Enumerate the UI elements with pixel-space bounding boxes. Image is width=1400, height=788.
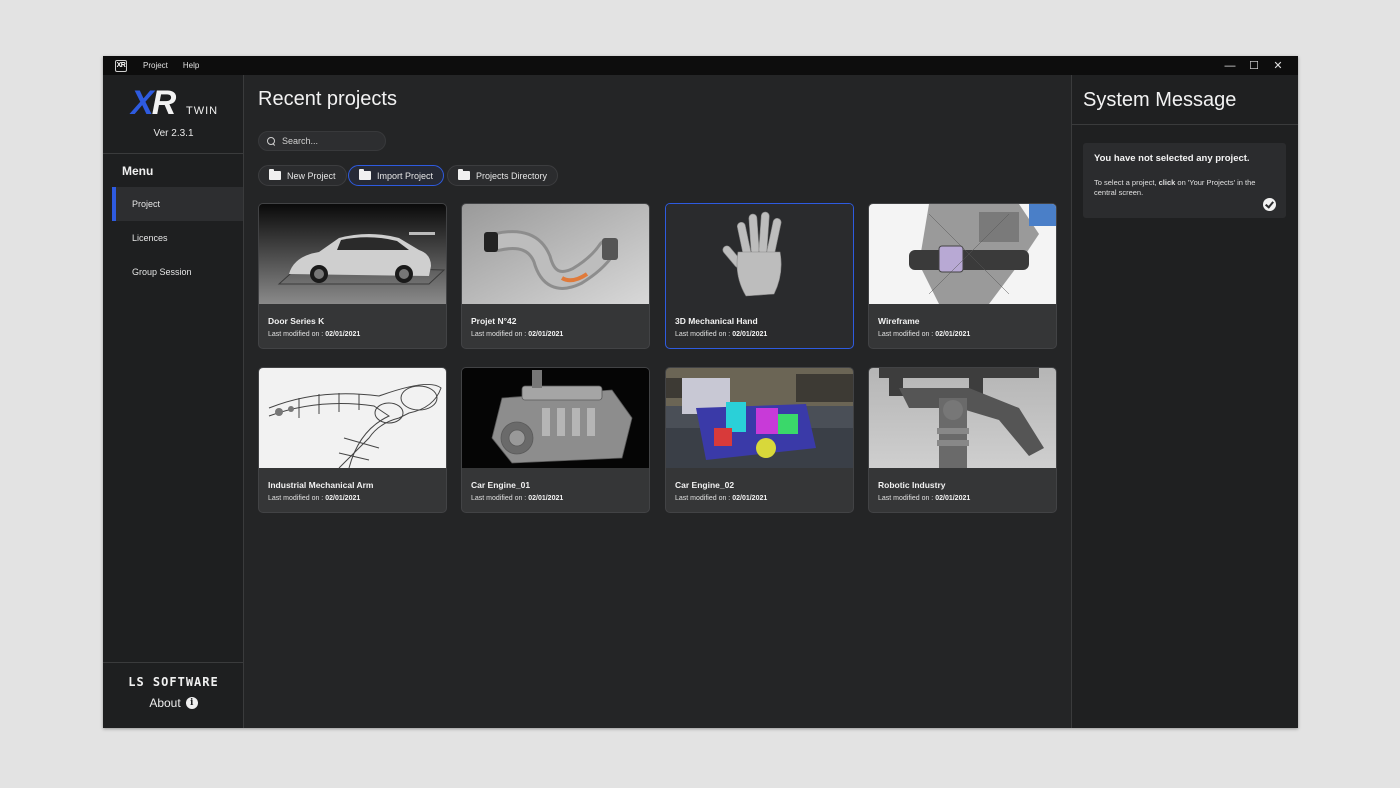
message-heading: You have not selected any project. [1094, 153, 1250, 164]
sidebar-item-licences[interactable]: Licences [112, 221, 243, 255]
import-project-button[interactable]: Import Project [348, 165, 445, 186]
project-card[interactable]: Projet N°42 Last modified on : 02/01/202… [461, 203, 650, 349]
sidebar: XR TWIN Ver 2.3.1 Menu Project Licences … [103, 75, 244, 728]
project-modified: Last modified on : 02/01/2021 [471, 331, 564, 338]
message-card: You have not selected any project. To se… [1083, 143, 1286, 218]
sidebar-item-project[interactable]: Project [112, 187, 243, 221]
project-title: Industrial Mechanical Arm [268, 480, 374, 490]
info-icon: i [185, 697, 198, 709]
sidebar-item-group-session[interactable]: Group Session [112, 255, 243, 289]
project-title: Door Series K [268, 316, 325, 326]
project-modified: Last modified on : 02/01/2021 [268, 495, 361, 502]
project-thumbnail-wireframe [869, 204, 1056, 304]
project-card[interactable]: Car Engine_02 Last modified on : 02/01/2… [665, 367, 854, 513]
logo-twin-text: TWIN [186, 105, 219, 117]
project-thumbnail-engine-color [666, 368, 853, 468]
project-thumbnail-car [259, 204, 446, 304]
project-modified: Last modified on : 02/01/2021 [268, 331, 361, 338]
search-icon [267, 136, 276, 146]
project-card[interactable]: Door Series K Last modified on : 02/01/2… [258, 203, 447, 349]
company-name: LS SOFTWARE [128, 675, 219, 689]
project-title: Wireframe [878, 316, 920, 326]
system-divider [1072, 124, 1298, 125]
project-card[interactable]: Robotic Industry Last modified on : 02/0… [868, 367, 1057, 513]
maximize-icon[interactable]: ☐ [1242, 59, 1266, 72]
project-title: Car Engine_02 [675, 480, 735, 490]
projects-directory-button[interactable]: Projects Directory [447, 165, 559, 186]
project-title: Robotic Industry [878, 480, 946, 490]
menu-project[interactable]: Project [143, 61, 168, 70]
folder-icon [269, 169, 281, 180]
project-thumbnail-robot [869, 368, 1056, 468]
sidebar-divider [103, 153, 244, 154]
import-project-label: Import Project [377, 170, 434, 181]
brand-logo: XR TWIN Ver 2.3.1 [103, 85, 244, 151]
project-title: 3D Mechanical Hand [675, 316, 758, 326]
check-circle-icon[interactable] [1263, 198, 1276, 211]
project-thumbnail-tube [462, 204, 649, 304]
folder-icon [458, 169, 470, 180]
page-title: Recent projects [258, 88, 397, 110]
minimize-icon[interactable]: — [1218, 60, 1242, 72]
project-modified: Last modified on : 02/01/2021 [878, 331, 971, 338]
project-card-selected[interactable]: 3D Mechanical Hand Last modified on : 02… [665, 203, 854, 349]
project-modified: Last modified on : 02/01/2021 [675, 495, 768, 502]
close-icon[interactable]: ✕ [1266, 59, 1290, 72]
window-controls: — ☐ ✕ [1218, 56, 1290, 75]
project-card[interactable]: Wireframe Last modified on : 02/01/2021 [868, 203, 1057, 349]
menu-heading: Menu [122, 164, 154, 178]
new-project-button[interactable]: New Project [258, 165, 347, 186]
project-modified: Last modified on : 02/01/2021 [471, 495, 564, 502]
project-card[interactable]: Industrial Mechanical Arm Last modified … [258, 367, 447, 513]
message-body: To select a project, click on 'Your Proj… [1094, 178, 1256, 197]
version-label: Ver 2.3.1 [153, 128, 194, 139]
folder-icon [359, 169, 371, 180]
system-message-title: System Message [1083, 89, 1237, 111]
project-card[interactable]: Car Engine_01 Last modified on : 02/01/2… [461, 367, 650, 513]
about-link[interactable]: About i [103, 696, 244, 710]
project-title: Projet N°42 [471, 316, 517, 326]
title-bar: XR Project Help — ☐ ✕ [103, 56, 1298, 75]
projects-directory-label: Projects Directory [476, 170, 548, 181]
project-title: Car Engine_01 [471, 480, 531, 490]
project-modified: Last modified on : 02/01/2021 [878, 495, 971, 502]
about-label: About [149, 696, 181, 710]
project-thumbnail-arm [259, 368, 446, 468]
system-message-panel: System Message You have not selected any… [1072, 75, 1298, 728]
main-content: Recent projects New Project Import Proje… [244, 75, 1072, 728]
search-box[interactable] [258, 131, 386, 151]
xr-logo: XR [131, 84, 176, 122]
search-input[interactable] [282, 136, 382, 146]
menu-help[interactable]: Help [183, 61, 199, 70]
app-logo-icon: XR [115, 59, 127, 72]
project-thumbnail-hand [666, 204, 853, 304]
sidebar-divider-bottom [103, 662, 244, 663]
project-thumbnail-engine [462, 368, 649, 468]
project-modified: Last modified on : 02/01/2021 [675, 331, 768, 338]
app-window: XR Project Help — ☐ ✕ XR TWIN Ver 2.3.1 … [103, 56, 1298, 728]
new-project-label: New Project [287, 170, 336, 181]
